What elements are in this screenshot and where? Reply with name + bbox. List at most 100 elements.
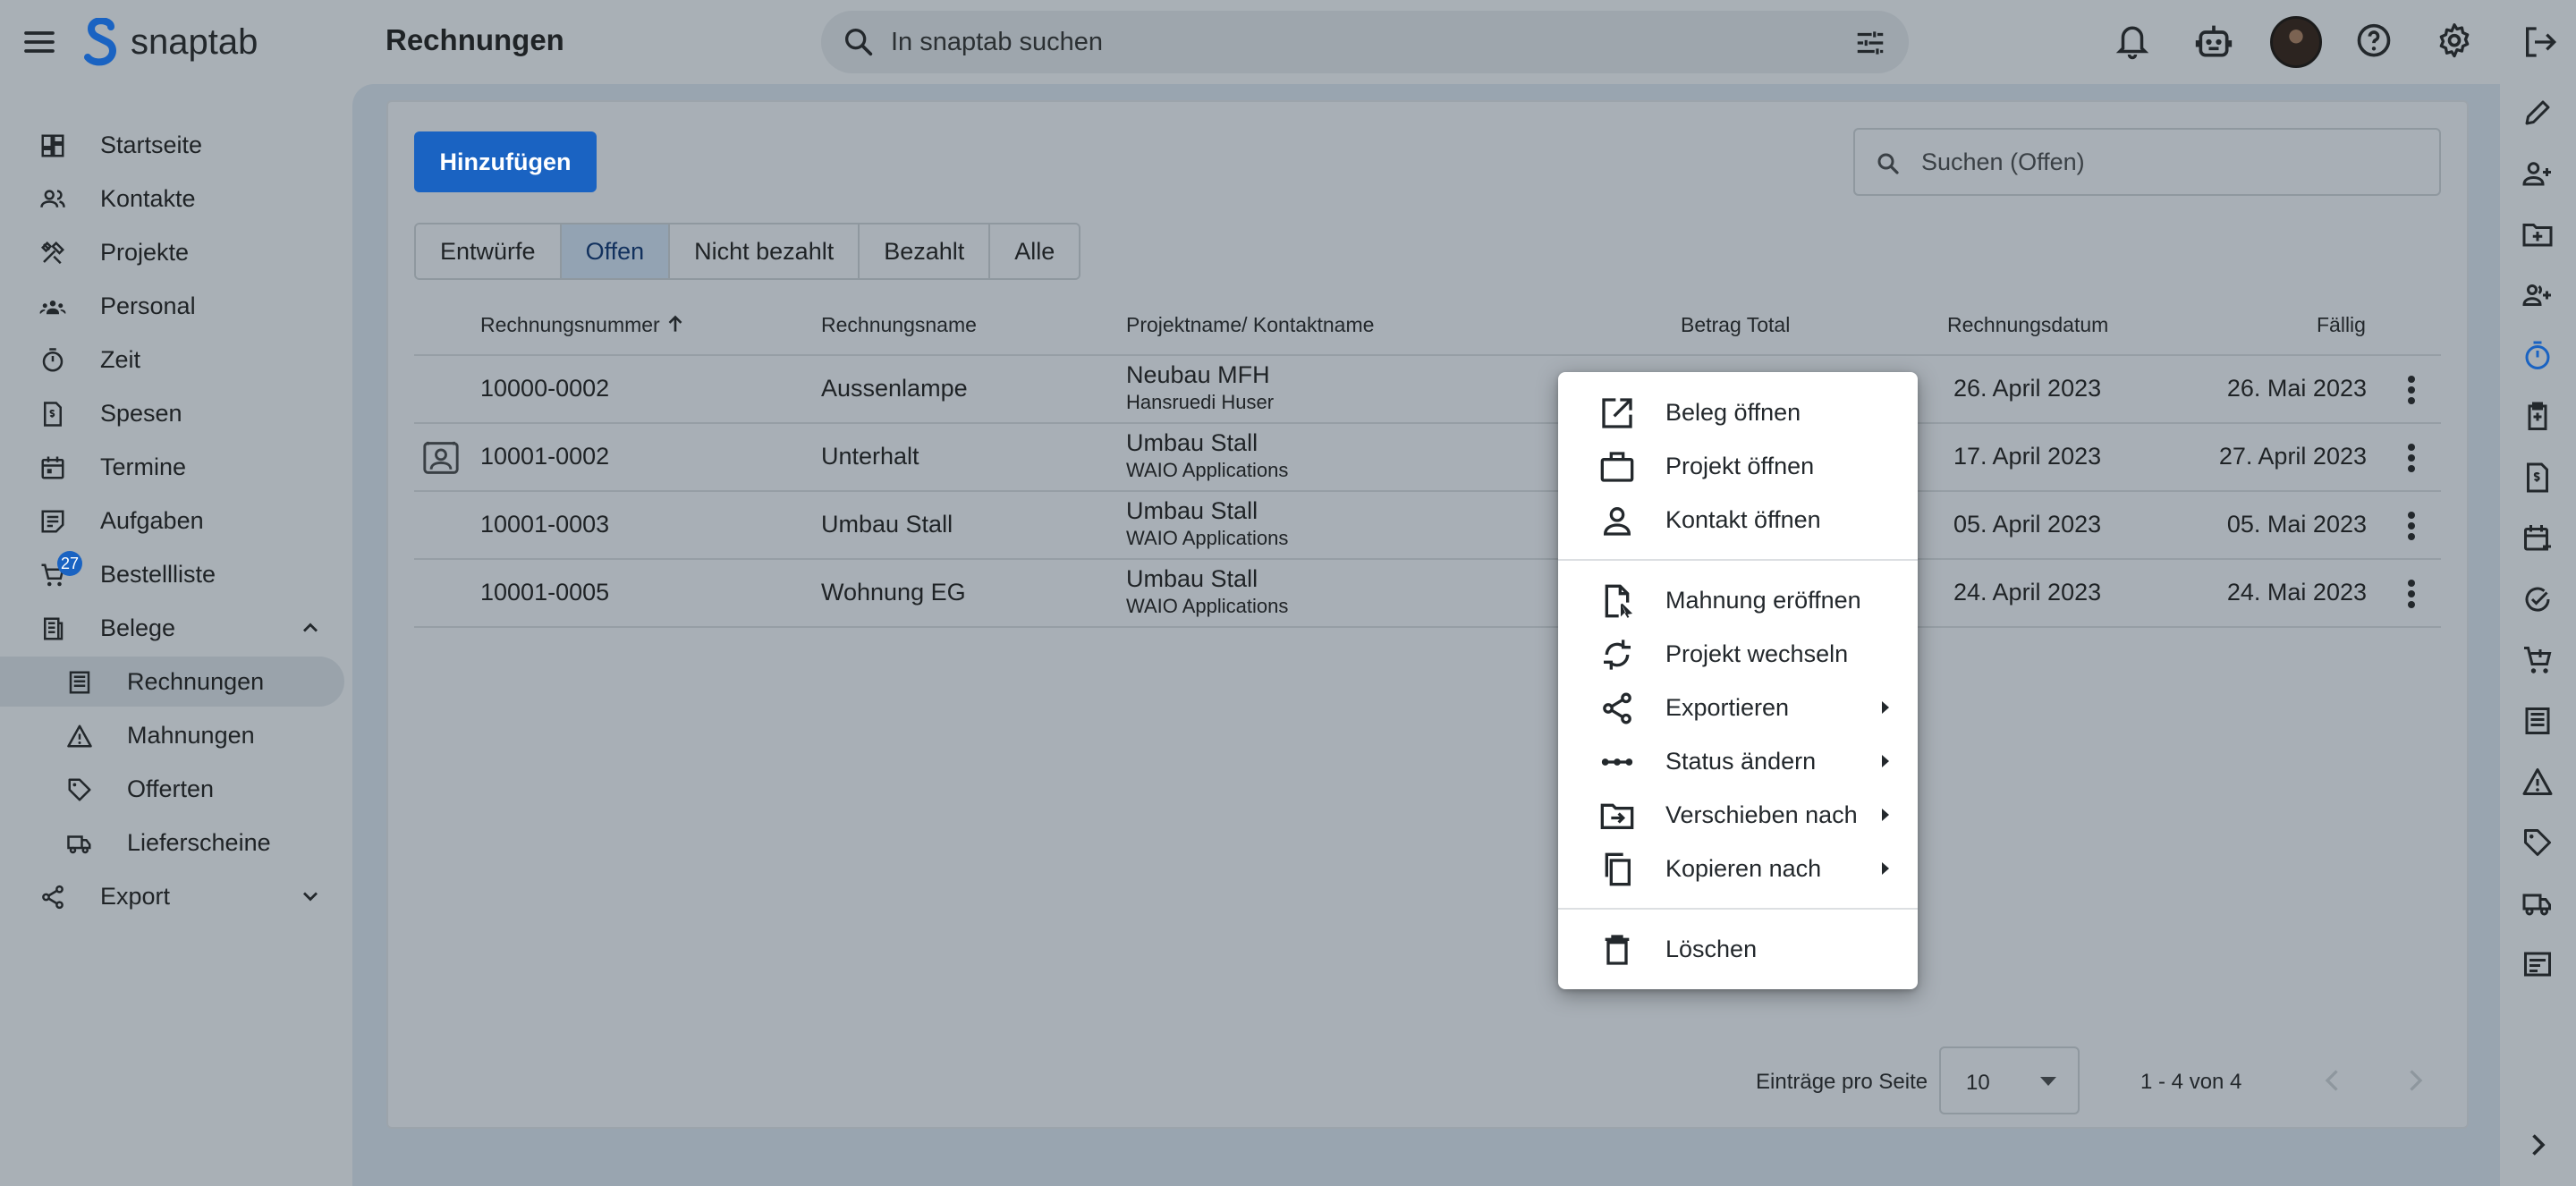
add-offer-tag-icon[interactable] [2521,826,2554,859]
sidebar-item-rechnungen[interactable]: Rechnungen [0,657,344,707]
menu-item-kontakt-oeffnen[interactable]: Kontakt öffnen [1558,494,1918,544]
sync-icon [1599,637,1635,673]
add-event-icon[interactable] [2521,522,2554,555]
menu-item-label: Status ändern [1665,748,1817,775]
menu-item-status-aendern[interactable]: Status ändern [1558,735,1918,785]
submenu-arrow-icon [1880,807,1891,823]
assistant-bot-icon[interactable] [2194,16,2233,68]
contact-card-icon[interactable] [421,440,461,476]
sidebar-item-bestellliste[interactable]: 27 Bestellliste [0,549,344,599]
previous-page-icon[interactable] [2317,1063,2349,1098]
sidebar-item-label: Bestellliste [100,560,216,588]
copy-icon [1599,851,1635,887]
help-icon[interactable] [2354,16,2394,68]
tab-nicht-bezahlt[interactable]: Nicht bezahlt [670,224,860,278]
menu-item-mahnung-eroeffnen[interactable]: Mahnung eröffnen [1558,574,1918,624]
add-delivery-truck-icon[interactable] [2521,887,2554,919]
sidebar-item-label: Zeit [100,345,141,373]
add-receipt-icon[interactable] [2521,462,2554,494]
tab-bezahlt[interactable]: Bezahlt [860,224,991,278]
add-invoice-button[interactable]: Hinzufügen [414,131,597,192]
sidebar-item-projekte[interactable]: Projekte [0,227,344,277]
add-expense-icon[interactable] [2521,401,2554,433]
tab-entwuerfe[interactable]: Entwürfe [416,224,562,278]
logout-icon[interactable] [2521,2,2557,82]
sidebar-item-label: Spesen [100,399,182,427]
menu-item-loeschen[interactable]: Löschen [1558,923,1918,973]
sidebar-item-label: Lieferscheine [127,828,271,856]
menu-item-label: Löschen [1665,936,1758,962]
column-header-betrag-total[interactable]: Betrag Total [1681,313,1790,337]
tab-offen[interactable]: Offen [561,224,671,278]
sidebar-item-kontakte[interactable]: Kontakte [0,174,344,224]
row-divider [414,490,2441,492]
sidebar-item-termine[interactable]: Termine [0,442,344,492]
entries-per-page-select[interactable]: 10 [1939,1046,2080,1114]
settings-gear-icon[interactable] [2435,16,2474,68]
add-note-icon[interactable] [2521,948,2554,980]
tab-alle[interactable]: Alle [990,224,1080,278]
add-to-cart-icon[interactable] [2521,644,2554,676]
global-search-input[interactable] [891,11,1785,73]
sidebar-item-zeit[interactable]: Zeit [0,335,344,385]
due-date: 27. April 2023 [2218,443,2367,470]
sidebar-item-lieferscheine[interactable]: Lieferscheine [0,817,344,868]
menu-item-label: Projekt wechseln [1665,640,1849,667]
sidebar-item-export[interactable]: Export [0,871,344,921]
sidebar-item-label: Termine [100,453,187,480]
due-date: 26. Mai 2023 [2226,375,2367,402]
dashboard-icon [39,132,66,159]
column-header-faellig[interactable]: Fällig [2317,313,2366,337]
receipt-icon [39,401,66,428]
search-filter-tune-icon[interactable] [1853,26,1887,60]
expand-rail-chevron-icon[interactable] [2521,1129,2554,1161]
global-search-bar[interactable] [821,11,1909,73]
user-avatar[interactable] [2270,16,2322,68]
row-more-vert-icon[interactable] [2402,440,2420,476]
sidebar-item-aufgaben[interactable]: Aufgaben [0,496,344,546]
contact-name: WAIO Applications [1126,459,1289,481]
add-time-icon[interactable] [2521,340,2554,372]
add-person-icon[interactable] [2521,157,2554,190]
add-folder-icon[interactable] [2521,218,2554,250]
row-more-vert-icon[interactable] [2402,576,2420,612]
menu-item-exportieren[interactable]: Exportieren [1558,682,1918,732]
column-header-projektname[interactable]: Projektname/ Kontaktname [1126,313,1374,337]
list-search-field[interactable] [1853,128,2441,196]
status-filter-tabs: Entwürfe Offen Nicht bezahlt Bezahlt All… [414,223,1081,280]
edit-pencil-icon[interactable] [2521,97,2554,129]
column-header-rechnungsnummer[interactable]: Rechnungsnummer [480,313,682,337]
add-invoice-icon[interactable] [2521,705,2554,737]
next-page-icon[interactable] [2399,1063,2431,1098]
list-search-input[interactable] [1921,130,2422,194]
contact-name: WAIO Applications [1126,527,1289,549]
menu-item-kopieren-nach[interactable]: Kopieren nach [1558,843,1918,893]
row-more-vert-icon[interactable] [2402,372,2420,408]
add-reminder-warning-icon[interactable] [2521,766,2554,798]
app-logo[interactable]: snaptab [84,18,258,66]
column-header-rechnungsdatum[interactable]: Rechnungsdatum [1947,313,2108,337]
menu-item-projekt-oeffnen[interactable]: Projekt öffnen [1558,440,1918,490]
menu-item-beleg-oeffnen[interactable]: Beleg öffnen [1558,386,1918,436]
column-header-rechnungsname[interactable]: Rechnungsname [821,313,977,337]
sidebar-item-label: Startseite [100,131,203,158]
pagination-range: 1 - 4 von 4 [2140,1070,2242,1094]
notifications-bell-icon[interactable] [2114,16,2151,68]
sidebar-item-startseite[interactable]: Startseite [0,120,344,170]
sidebar-item-spesen[interactable]: Spesen [0,388,344,438]
hamburger-menu-icon[interactable] [21,24,57,60]
row-more-vert-icon[interactable] [2402,508,2420,544]
menu-item-projekt-wechseln[interactable]: Projekt wechseln [1558,628,1918,678]
menu-item-label: Exportieren [1665,694,1790,721]
row-divider [414,626,2441,628]
sidebar-item-label: Projekte [100,238,190,266]
add-task-icon[interactable] [2521,583,2554,615]
sidebar-item-offerten[interactable]: Offerten [0,764,344,814]
sidebar-item-personal[interactable]: Personal [0,281,344,331]
add-group-icon[interactable] [2521,279,2554,311]
sidebar-item-label: Export [100,882,171,910]
trash-icon [1599,932,1635,968]
menu-item-verschieben-nach[interactable]: Verschieben nach [1558,789,1918,839]
sidebar-item-belege[interactable]: Belege [0,603,344,653]
sidebar-item-mahnungen[interactable]: Mahnungen [0,710,344,760]
